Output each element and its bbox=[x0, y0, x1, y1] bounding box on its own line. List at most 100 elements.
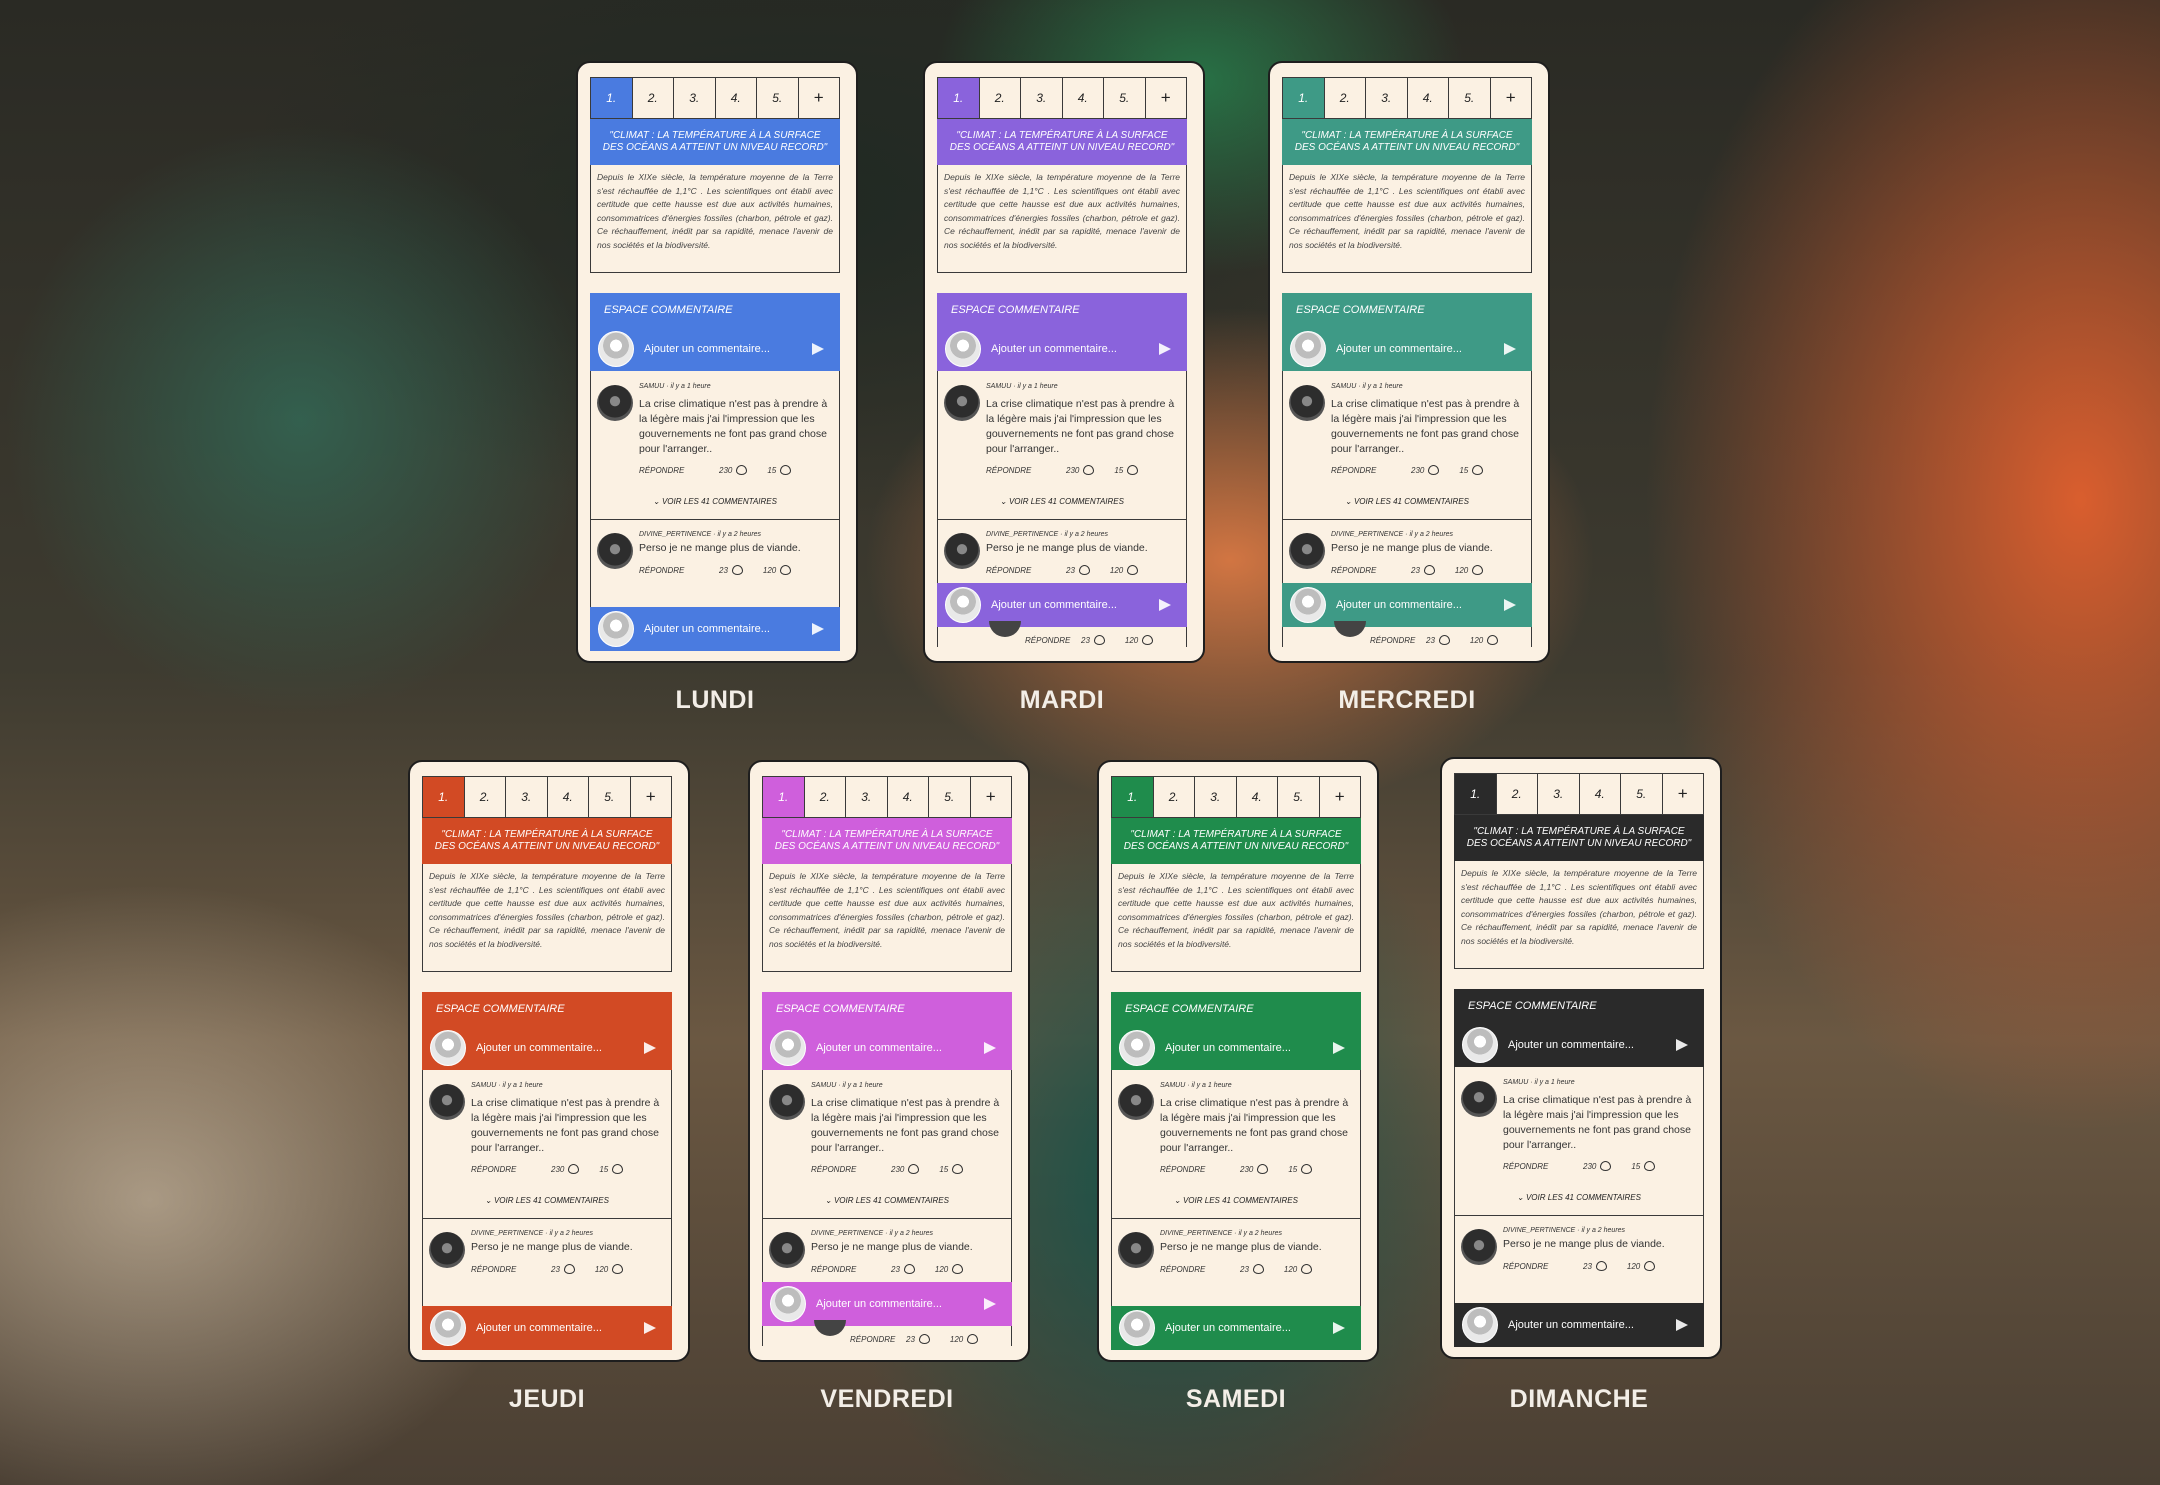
add-tab-button[interactable]: + bbox=[971, 777, 1012, 817]
heart-icon[interactable] bbox=[1142, 635, 1154, 645]
comment-input[interactable]: Ajouter un commentaire... bbox=[816, 1298, 984, 1310]
tab-5[interactable]: 5. bbox=[757, 78, 799, 118]
like-icon[interactable] bbox=[1257, 1164, 1269, 1174]
reply-button[interactable]: RÉPONDRE bbox=[1025, 636, 1081, 645]
comment-author[interactable]: DIVINE_PERTINENCE bbox=[1160, 1230, 1232, 1237]
comment-input[interactable]: Ajouter un commentaire... bbox=[1165, 1042, 1333, 1054]
comment-input[interactable]: Ajouter un commentaire... bbox=[991, 343, 1159, 355]
reply-button[interactable]: RÉPONDRE bbox=[1503, 1262, 1583, 1271]
view-all-comments-link[interactable]: ⌄ VOIR LES 41 COMMENTAIRES bbox=[1455, 1193, 1703, 1202]
send-icon[interactable] bbox=[1159, 343, 1171, 355]
reply-button[interactable]: RÉPONDRE bbox=[1160, 1265, 1240, 1274]
like-icon[interactable] bbox=[1423, 565, 1435, 575]
comment-composer[interactable]: Ajouter un commentaire... bbox=[590, 327, 840, 371]
view-all-comments-link[interactable]: ⌄ VOIR LES 41 COMMENTAIRES bbox=[1112, 1196, 1360, 1205]
comment-author[interactable]: SAMUU bbox=[986, 383, 1011, 390]
heart-icon[interactable] bbox=[1127, 465, 1139, 475]
like-icon[interactable] bbox=[731, 565, 743, 575]
tab-5[interactable]: 5. bbox=[929, 777, 971, 817]
tab-4[interactable]: 4. bbox=[548, 777, 589, 817]
heart-icon[interactable] bbox=[1644, 1261, 1656, 1271]
comment-author[interactable]: DIVINE_PERTINENCE bbox=[1503, 1227, 1575, 1234]
send-icon[interactable] bbox=[644, 1042, 656, 1054]
floating-comment-composer[interactable]: Ajouter un commentaire... bbox=[762, 1282, 1012, 1326]
add-tab-button[interactable]: + bbox=[1491, 78, 1532, 118]
add-tab-button[interactable]: + bbox=[1320, 777, 1361, 817]
send-icon[interactable] bbox=[984, 1042, 996, 1054]
tab-1[interactable]: 1. bbox=[591, 78, 633, 118]
like-icon[interactable] bbox=[908, 1164, 920, 1174]
like-icon[interactable] bbox=[1093, 635, 1105, 645]
comment-input[interactable]: Ajouter un commentaire... bbox=[991, 599, 1159, 611]
comment-author[interactable]: SAMUU bbox=[639, 383, 664, 390]
heart-icon[interactable] bbox=[1644, 1161, 1656, 1171]
comment-author[interactable]: SAMUU bbox=[1503, 1079, 1528, 1086]
send-icon[interactable] bbox=[1676, 1039, 1688, 1051]
comment-input[interactable]: Ajouter un commentaire... bbox=[644, 623, 812, 635]
tab-4[interactable]: 4. bbox=[716, 78, 757, 118]
comment-author[interactable]: DIVINE_PERTINENCE bbox=[639, 531, 711, 538]
tab-3[interactable]: 3. bbox=[506, 777, 548, 817]
view-all-comments-link[interactable]: ⌄ VOIR LES 41 COMMENTAIRES bbox=[423, 1196, 671, 1205]
reply-button[interactable]: RÉPONDRE bbox=[471, 1165, 551, 1174]
comment-input[interactable]: Ajouter un commentaire... bbox=[1508, 1319, 1676, 1331]
tab-3[interactable]: 3. bbox=[1366, 78, 1408, 118]
tab-4[interactable]: 4. bbox=[1237, 777, 1278, 817]
tab-4[interactable]: 4. bbox=[888, 777, 929, 817]
tab-2[interactable]: 2. bbox=[805, 777, 846, 817]
comment-input[interactable]: Ajouter un commentaire... bbox=[1336, 599, 1504, 611]
like-icon[interactable] bbox=[1078, 565, 1090, 575]
heart-icon[interactable] bbox=[780, 465, 792, 475]
tab-3[interactable]: 3. bbox=[1021, 78, 1063, 118]
send-icon[interactable] bbox=[1159, 599, 1171, 611]
comment-input[interactable]: Ajouter un commentaire... bbox=[476, 1322, 644, 1334]
comment-composer[interactable]: Ajouter un commentaire... bbox=[937, 327, 1187, 371]
reply-button[interactable]: RÉPONDRE bbox=[986, 566, 1066, 575]
send-icon[interactable] bbox=[1504, 343, 1516, 355]
reply-button[interactable]: RÉPONDRE bbox=[986, 466, 1066, 475]
heart-icon[interactable] bbox=[780, 565, 792, 575]
send-icon[interactable] bbox=[812, 343, 824, 355]
comment-input[interactable]: Ajouter un commentaire... bbox=[1336, 343, 1504, 355]
floating-comment-composer[interactable]: Ajouter un commentaire... bbox=[1282, 583, 1532, 627]
send-icon[interactable] bbox=[1333, 1042, 1345, 1054]
send-icon[interactable] bbox=[812, 623, 824, 635]
comment-composer[interactable]: Ajouter un commentaire... bbox=[422, 1026, 672, 1070]
like-icon[interactable] bbox=[1600, 1161, 1612, 1171]
tab-5[interactable]: 5. bbox=[1104, 78, 1146, 118]
reply-button[interactable]: RÉPONDRE bbox=[1160, 1165, 1240, 1174]
heart-icon[interactable] bbox=[952, 1264, 964, 1274]
tab-2[interactable]: 2. bbox=[633, 78, 674, 118]
tab-2[interactable]: 2. bbox=[465, 777, 506, 817]
heart-icon[interactable] bbox=[1301, 1164, 1313, 1174]
heart-icon[interactable] bbox=[612, 1164, 624, 1174]
reply-button[interactable]: RÉPONDRE bbox=[811, 1165, 891, 1174]
tab-5[interactable]: 5. bbox=[1449, 78, 1491, 118]
tab-1[interactable]: 1. bbox=[1455, 774, 1497, 814]
like-icon[interactable] bbox=[1083, 465, 1095, 475]
tab-1[interactable]: 1. bbox=[1112, 777, 1154, 817]
view-all-comments-link[interactable]: ⌄ VOIR LES 41 COMMENTAIRES bbox=[1283, 497, 1531, 506]
like-icon[interactable] bbox=[736, 465, 748, 475]
tab-3[interactable]: 3. bbox=[846, 777, 888, 817]
heart-icon[interactable] bbox=[1472, 565, 1484, 575]
view-all-comments-link[interactable]: ⌄ VOIR LES 41 COMMENTAIRES bbox=[591, 497, 839, 506]
reply-button[interactable]: RÉPONDRE bbox=[811, 1265, 891, 1274]
tab-1[interactable]: 1. bbox=[423, 777, 465, 817]
comment-author[interactable]: SAMUU bbox=[471, 1082, 496, 1089]
reply-button[interactable]: RÉPONDRE bbox=[639, 566, 719, 575]
tab-5[interactable]: 5. bbox=[1278, 777, 1320, 817]
view-all-comments-link[interactable]: ⌄ VOIR LES 41 COMMENTAIRES bbox=[938, 497, 1186, 506]
floating-comment-composer[interactable]: Ajouter un commentaire... bbox=[1111, 1306, 1361, 1350]
comment-input[interactable]: Ajouter un commentaire... bbox=[476, 1042, 644, 1054]
comment-author[interactable]: DIVINE_PERTINENCE bbox=[471, 1230, 543, 1237]
comment-author[interactable]: DIVINE_PERTINENCE bbox=[811, 1230, 883, 1237]
heart-icon[interactable] bbox=[1301, 1264, 1313, 1274]
like-icon[interactable] bbox=[1595, 1261, 1607, 1271]
heart-icon[interactable] bbox=[1127, 565, 1139, 575]
comment-input[interactable]: Ajouter un commentaire... bbox=[644, 343, 812, 355]
comment-author[interactable]: DIVINE_PERTINENCE bbox=[1331, 531, 1403, 538]
comment-composer[interactable]: Ajouter un commentaire... bbox=[1282, 327, 1532, 371]
comment-input[interactable]: Ajouter un commentaire... bbox=[1165, 1322, 1333, 1334]
add-tab-button[interactable]: + bbox=[631, 777, 672, 817]
